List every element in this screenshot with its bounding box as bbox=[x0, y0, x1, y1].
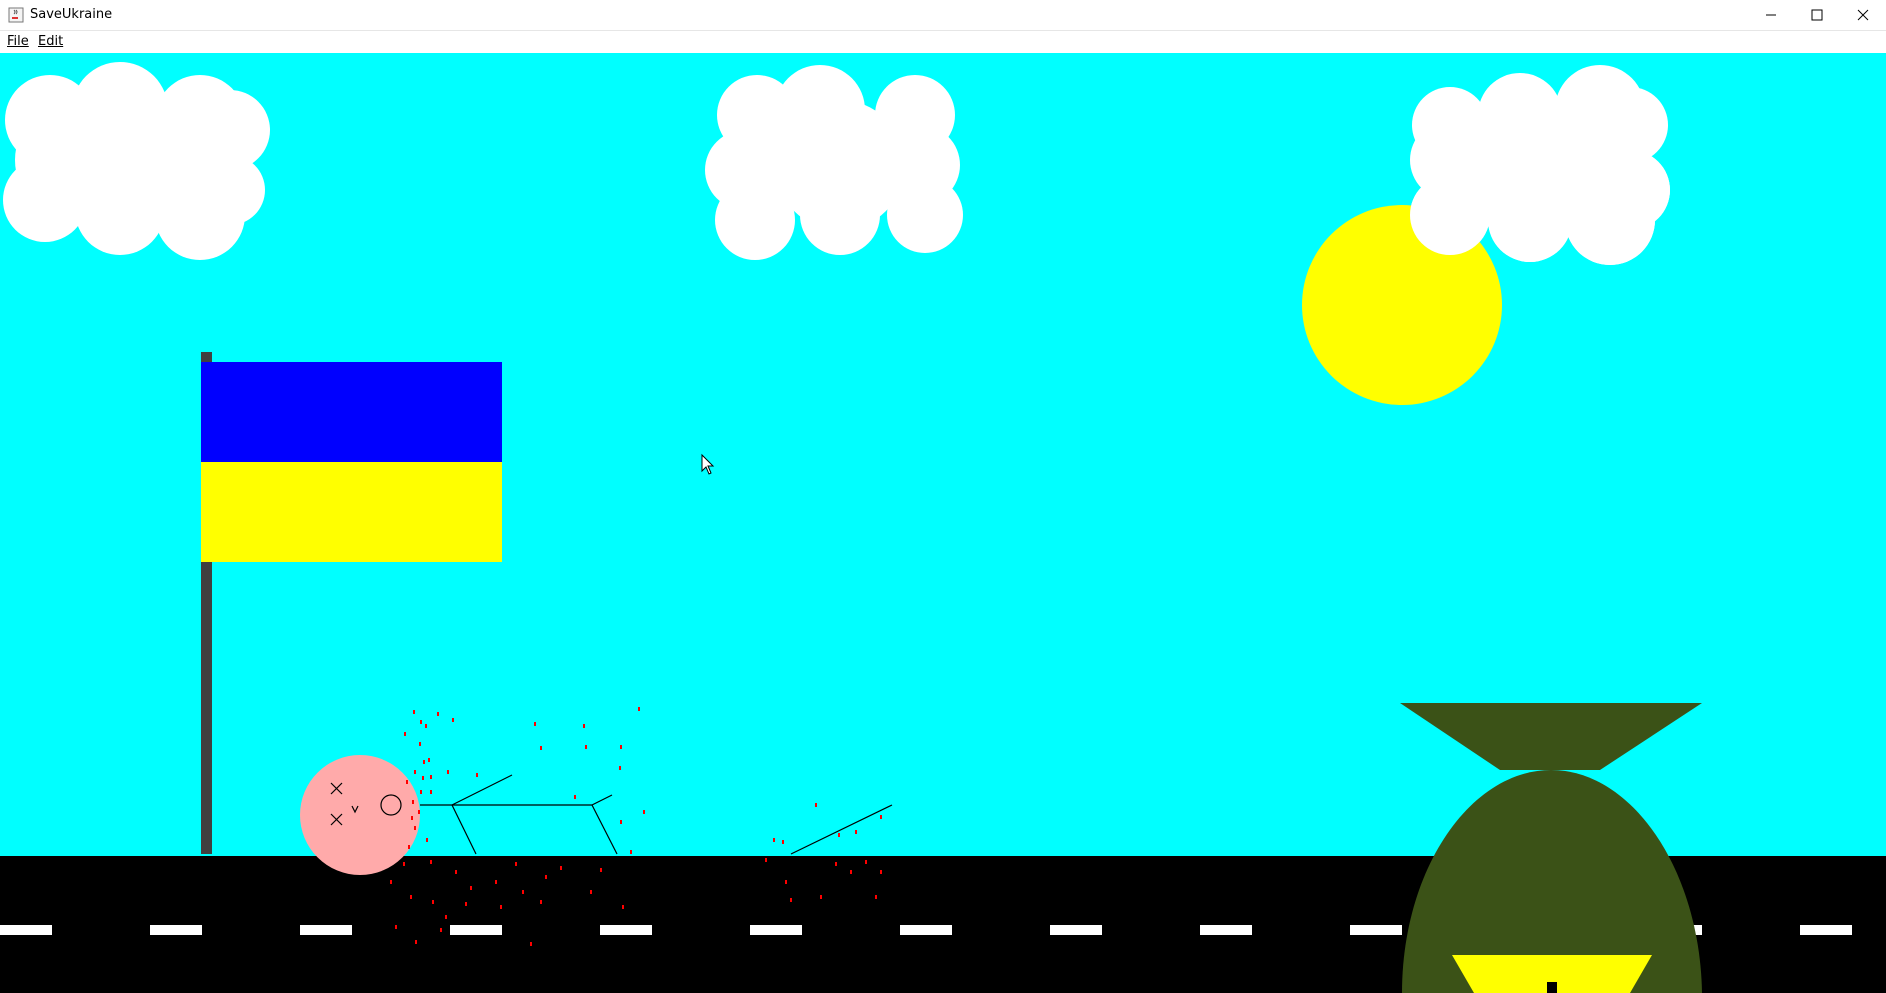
head bbox=[300, 755, 420, 875]
cloud-middle bbox=[705, 65, 963, 260]
minimize-button[interactable] bbox=[1748, 0, 1794, 30]
close-icon bbox=[1857, 9, 1869, 21]
menu-edit-label: Edit bbox=[38, 34, 64, 49]
minimize-icon bbox=[1766, 14, 1776, 16]
flag-bottom-yellow bbox=[201, 462, 502, 562]
close-button[interactable] bbox=[1840, 0, 1886, 30]
java-cup-icon bbox=[8, 7, 24, 23]
game-canvas[interactable] bbox=[0, 53, 1886, 993]
maximize-button[interactable] bbox=[1794, 0, 1840, 30]
window-title: SaveUkraine bbox=[30, 7, 113, 22]
cloud-left bbox=[3, 62, 270, 260]
menu-bar: File Edit bbox=[0, 31, 1886, 53]
title-bar: SaveUkraine bbox=[0, 0, 1886, 31]
menu-file[interactable]: File bbox=[7, 34, 29, 49]
menu-file-label: File bbox=[7, 34, 29, 49]
flag-top-blue bbox=[201, 362, 502, 462]
menu-edit[interactable]: Edit bbox=[38, 34, 63, 49]
maximize-icon bbox=[1811, 9, 1823, 21]
